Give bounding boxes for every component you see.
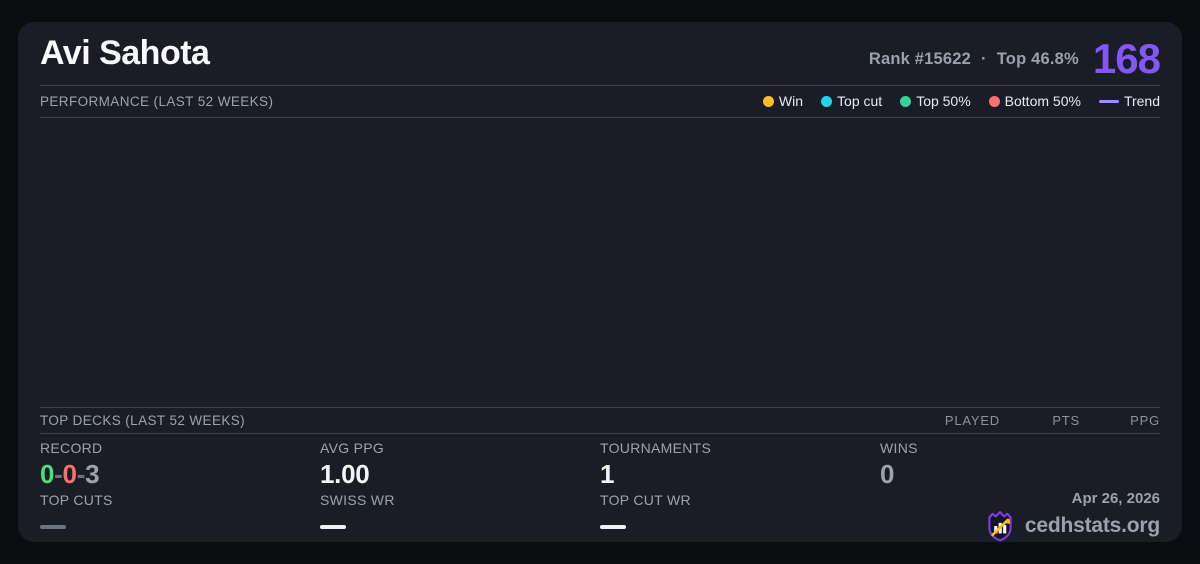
record-separator: - — [54, 459, 63, 489]
cedhstats-shield-logo-icon — [983, 509, 1017, 543]
record-value: 0-0-3 — [40, 459, 100, 490]
legend-item-win: Win — [762, 93, 804, 109]
win-dot-icon — [762, 95, 774, 107]
top-cut-dot-icon — [821, 95, 833, 107]
header-rank-group: Rank #15622 · Top 46.8% 168 — [869, 35, 1161, 82]
top-decks-columns: PLAYED PTS PPG — [920, 413, 1160, 428]
date-text: Apr 26, 2026 — [1071, 490, 1160, 507]
performance-title: PERFORMANCE (LAST 52 WEEKS) — [40, 93, 274, 109]
legend-label: Bottom 50% — [1004, 93, 1081, 109]
legend-item-trend: Trend — [1098, 93, 1160, 109]
chart-legend: Win Top cut Top 50% Bottom 50% Trend — [762, 93, 1160, 109]
column-header-pts: PTS — [1052, 412, 1080, 428]
top-50-dot-icon — [900, 95, 912, 107]
top-cuts-value-dash — [40, 525, 66, 529]
legend-label: Win — [778, 93, 804, 109]
legend-item-top-50: Top 50% — [900, 93, 971, 109]
top-cut-wr-label: TOP CUT WR — [600, 492, 691, 508]
bottom-50-dot-icon — [988, 95, 1000, 107]
legend-label: Top cut — [837, 93, 883, 109]
legend-label: Top 50% — [916, 93, 971, 109]
record-wins: 0 — [40, 459, 55, 489]
performance-section-header: PERFORMANCE (LAST 52 WEEKS) Win Top cut … — [40, 85, 1160, 117]
top-decks-title: TOP DECKS (LAST 52 WEEKS) — [40, 412, 246, 428]
swiss-wr-value-dash — [320, 525, 346, 529]
column-header-played: PLAYED — [944, 412, 1000, 428]
brand-text: cedhstats.org — [1024, 514, 1160, 537]
top-cut-wr-value-dash — [600, 525, 626, 529]
legend-item-top-cut: Top cut — [821, 93, 882, 109]
record-losses: 0 — [62, 459, 77, 489]
wins-value: 0 — [880, 459, 895, 489]
avg-ppg-value: 1.00 — [320, 459, 370, 489]
rank-line: Rank #15622 · Top 46.8% — [869, 50, 1079, 69]
performance-chart-empty — [40, 118, 1160, 407]
player-stats-card: Avi Sahota Rank #15622 · Top 46.8% 168 P… — [18, 22, 1182, 542]
top-decks-section-header: TOP DECKS (LAST 52 WEEKS) PLAYED PTS PPG — [40, 407, 1160, 433]
legend-item-bottom-50: Bottom 50% — [988, 93, 1081, 109]
legend-label: Trend — [1123, 93, 1160, 109]
tournaments-value: 1 — [600, 459, 615, 489]
avg-ppg-label: AVG PPG — [320, 440, 385, 456]
record-draws: 3 — [85, 459, 100, 489]
brand-link[interactable]: cedhstats.org — [983, 508, 1160, 544]
top-decks-divider-bottom — [40, 433, 1160, 434]
record-label: RECORD — [40, 440, 103, 456]
column-header-ppg: PPG — [1130, 412, 1160, 428]
trend-line-icon — [1098, 99, 1119, 103]
swiss-wr-label: SWISS WR — [320, 492, 395, 508]
page-title: Avi Sahota — [40, 34, 210, 72]
wins-label: WINS — [880, 440, 918, 456]
rank-dot-separator: · — [981, 49, 987, 68]
tournaments-label: TOURNAMENTS — [600, 440, 712, 456]
top-percent-text: Top 46.8% — [996, 49, 1079, 68]
top-cuts-label: TOP CUTS — [40, 492, 113, 508]
score-value: 168 — [1092, 35, 1161, 82]
record-separator: - — [76, 459, 86, 489]
rank-text: Rank #15622 — [868, 49, 972, 68]
